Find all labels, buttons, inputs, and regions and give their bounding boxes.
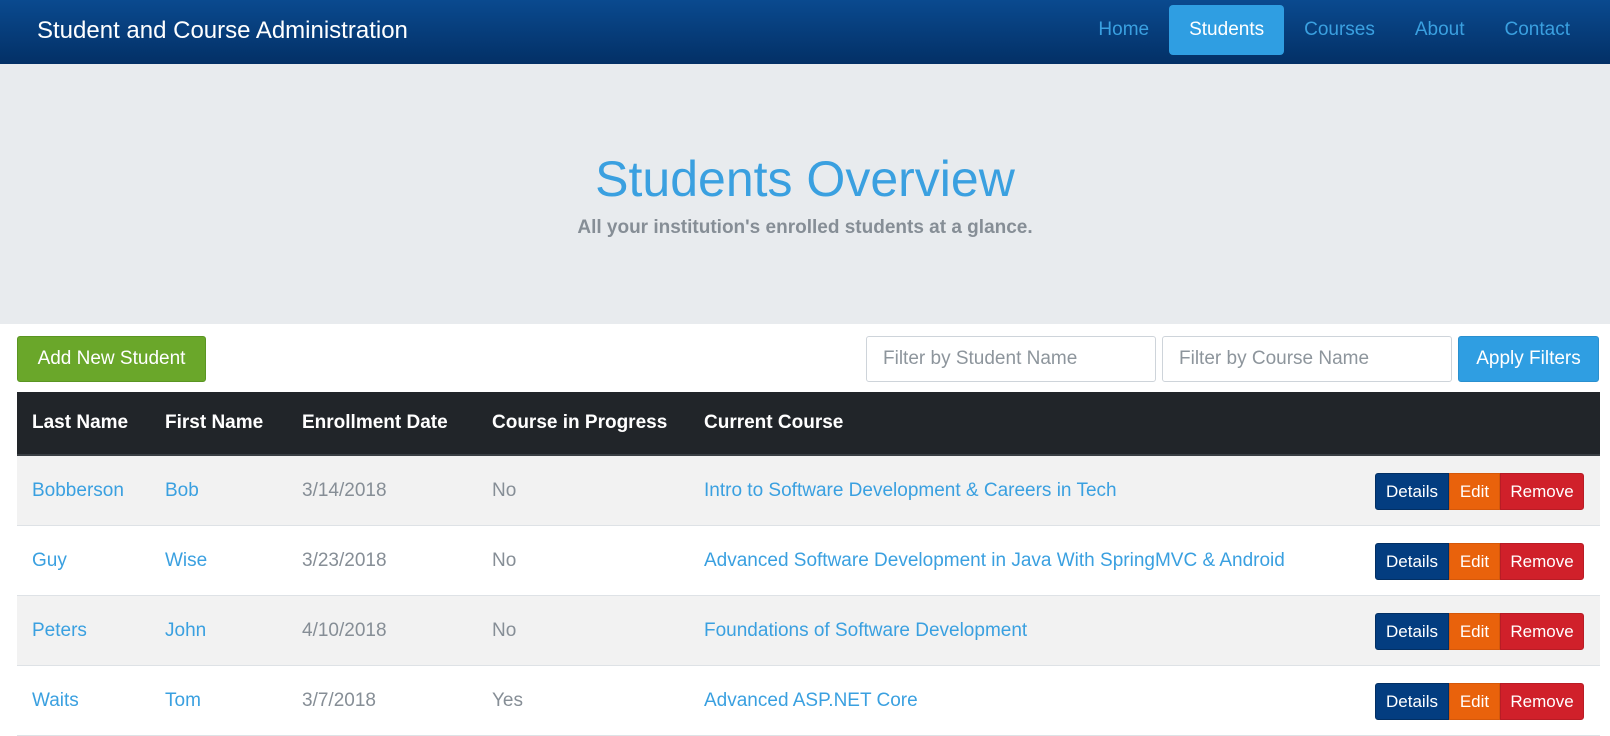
filter-course-name-input[interactable] — [1162, 336, 1452, 382]
details-button[interactable]: Details — [1375, 683, 1449, 720]
cell-course-in-progress: No — [492, 550, 517, 571]
page-title: Students Overview — [595, 151, 1015, 207]
cell-current-course[interactable]: Foundations of Software Development — [704, 596, 1027, 665]
cell-first-name[interactable]: Bob — [165, 456, 199, 525]
nav-menu: Home Students Courses About Contact — [1078, 5, 1610, 55]
add-new-student-button[interactable]: Add New Student — [17, 336, 206, 382]
row-actions: Details Edit Remove — [1375, 543, 1584, 580]
edit-button[interactable]: Edit — [1449, 473, 1500, 510]
page-subtitle: All your institution's enrolled students… — [577, 217, 1033, 238]
details-button[interactable]: Details — [1375, 543, 1449, 580]
cell-current-course[interactable]: Intro to Software Development & Careers … — [704, 456, 1117, 525]
table-row: Waits Tom 3/7/2018 Yes Advanced ASP.NET … — [17, 666, 1600, 736]
cell-last-name[interactable]: Peters — [32, 596, 87, 665]
cell-enrollment-date: 3/14/2018 — [302, 480, 387, 501]
header-first-name: First Name — [165, 412, 264, 433]
header-last-name: Last Name — [32, 412, 129, 433]
table-row: Guy Wise 3/23/2018 No Advanced Software … — [17, 526, 1600, 596]
jumbotron: Students Overview All your institution's… — [0, 64, 1610, 324]
cell-first-name[interactable]: Wise — [165, 526, 207, 595]
row-actions: Details Edit Remove — [1375, 683, 1584, 720]
apply-filters-button[interactable]: Apply Filters — [1458, 336, 1599, 382]
cell-current-course[interactable]: Advanced Software Development in Java Wi… — [704, 526, 1285, 595]
remove-button[interactable]: Remove — [1500, 683, 1584, 720]
cell-course-in-progress: Yes — [492, 690, 523, 711]
nav-item-contact[interactable]: Contact — [1485, 5, 1610, 55]
nav-item-courses[interactable]: Courses — [1284, 5, 1395, 55]
navbar: Student and Course Administration Home S… — [0, 0, 1610, 64]
nav-item-home[interactable]: Home — [1078, 5, 1169, 55]
header-enrollment-date: Enrollment Date — [302, 412, 448, 433]
edit-button[interactable]: Edit — [1449, 613, 1500, 650]
nav-item-about[interactable]: About — [1395, 5, 1485, 55]
remove-button[interactable]: Remove — [1500, 613, 1584, 650]
table-row: Bobberson Bob 3/14/2018 No Intro to Soft… — [17, 456, 1600, 526]
cell-course-in-progress: No — [492, 620, 517, 641]
cell-first-name[interactable]: John — [165, 596, 206, 665]
details-button[interactable]: Details — [1375, 613, 1449, 650]
cell-first-name[interactable]: Tom — [165, 666, 201, 735]
brand-title[interactable]: Student and Course Administration — [37, 15, 408, 47]
details-button[interactable]: Details — [1375, 473, 1449, 510]
header-current-course: Current Course — [704, 412, 844, 433]
filter-student-name-input[interactable] — [866, 336, 1156, 382]
edit-button[interactable]: Edit — [1449, 543, 1500, 580]
table-header: Last Name First Name Enrollment Date Cou… — [17, 392, 1600, 456]
cell-last-name[interactable]: Bobberson — [32, 456, 124, 525]
row-actions: Details Edit Remove — [1375, 613, 1584, 650]
table-row: Peters John 4/10/2018 No Foundations of … — [17, 596, 1600, 666]
nav-item-students[interactable]: Students — [1169, 5, 1285, 55]
row-actions: Details Edit Remove — [1375, 473, 1584, 510]
cell-enrollment-date: 3/23/2018 — [302, 550, 387, 571]
remove-button[interactable]: Remove — [1500, 543, 1584, 580]
cell-enrollment-date: 3/7/2018 — [302, 690, 376, 711]
cell-course-in-progress: No — [492, 480, 517, 501]
remove-button[interactable]: Remove — [1500, 473, 1584, 510]
edit-button[interactable]: Edit — [1449, 683, 1500, 720]
cell-last-name[interactable]: Waits — [32, 666, 79, 735]
header-course-in-progress: Course in Progress — [492, 412, 668, 433]
cell-enrollment-date: 4/10/2018 — [302, 620, 387, 641]
students-table: Last Name First Name Enrollment Date Cou… — [17, 392, 1600, 736]
cell-current-course[interactable]: Advanced ASP.NET Core — [704, 666, 918, 735]
cell-last-name[interactable]: Guy — [32, 526, 67, 595]
